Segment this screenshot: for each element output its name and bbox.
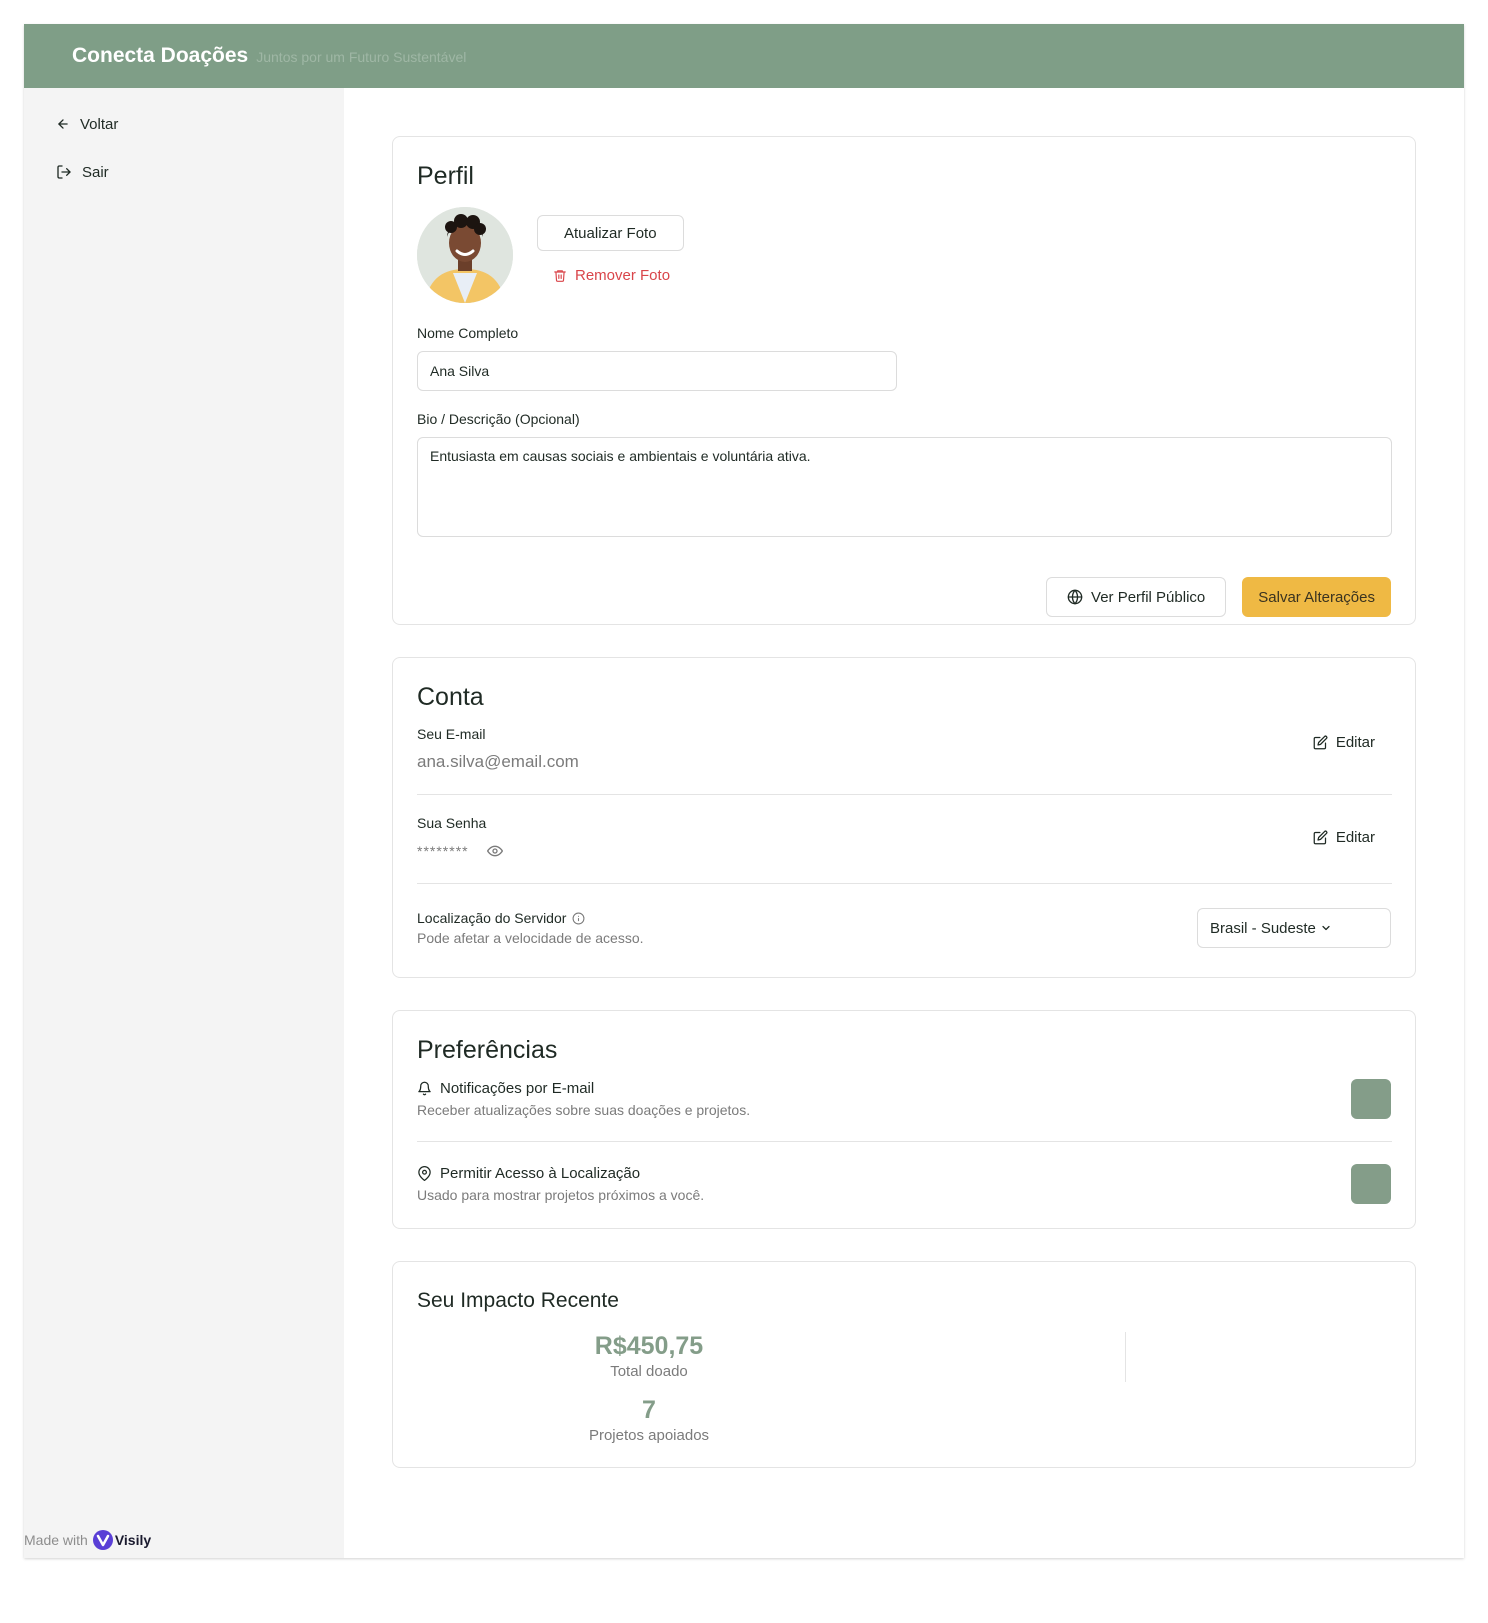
visily-logo: Visily	[92, 1530, 152, 1550]
remove-photo-label: Remover Foto	[575, 267, 671, 284]
password-label: Sua Senha	[417, 815, 487, 831]
edit-email-label: Editar	[1335, 734, 1375, 751]
total-donated-value: R$450,75	[594, 1332, 704, 1360]
sidebar-item-logout[interactable]: Sair	[56, 160, 344, 184]
pref-location-label: Permitir Acesso à Localização	[440, 1165, 641, 1182]
sidebar-item-back[interactable]: Voltar	[56, 112, 344, 136]
email-value: ana.silva@email.com	[417, 752, 579, 771]
password-value: ********	[417, 843, 469, 859]
name-label: Nome Completo	[417, 325, 519, 341]
edit-icon	[1313, 735, 1328, 750]
edit-password-label: Editar	[1335, 829, 1375, 846]
update-photo-button[interactable]: Atualizar Foto	[537, 215, 684, 251]
location-access-toggle[interactable]	[1351, 1164, 1391, 1204]
public-profile-button[interactable]: Ver Perfil Público	[1046, 577, 1227, 617]
account-title: Conta	[417, 683, 484, 711]
sidebar: Voltar Sair	[24, 88, 344, 1558]
logout-icon	[57, 165, 71, 179]
brand-tagline: Juntos por um Futuro Sustentável	[256, 49, 467, 65]
made-with-label: Made with	[24, 1532, 88, 1548]
pref-email-sub: Receber atualizações sobre suas doações …	[417, 1102, 751, 1118]
impact-title: Seu Impacto Recente	[417, 1289, 619, 1312]
made-with-badge[interactable]: Made with Visily	[24, 1530, 151, 1550]
divider	[417, 883, 1392, 884]
info-icon	[572, 912, 585, 924]
server-sub: Pode afetar a velocidade de acesso.	[417, 930, 644, 946]
remove-photo-button[interactable]: Remover Foto	[553, 267, 684, 284]
bio-label: Bio / Descrição (Opcional)	[417, 411, 580, 427]
name-input[interactable]: Ana Silva	[417, 351, 897, 391]
trash-icon	[554, 270, 566, 282]
server-label: Localização do Servidor	[417, 910, 567, 926]
map-pin-icon	[418, 1166, 431, 1181]
server-select[interactable]: Brasil - Sudeste	[1197, 908, 1391, 948]
visily-brand: Visily	[114, 1532, 152, 1548]
public-profile-label: Ver Perfil Público	[1091, 588, 1206, 606]
pref-email-label: Notificações por E-mail	[440, 1080, 595, 1097]
profile-card: Perfil Atualizar Foto Remover Foto Nome …	[392, 136, 1416, 625]
server-select-value: Brasil - Sudeste	[1210, 919, 1316, 937]
arrow-left-icon	[58, 119, 68, 129]
total-donated-label: Total doado	[610, 1363, 688, 1380]
edit-email-button[interactable]: Editar	[1313, 734, 1375, 751]
avatar	[417, 207, 513, 303]
preferences-card: Preferências Notificações por E-mail Rec…	[392, 1010, 1416, 1229]
bio-textarea[interactable]: Entusiasta em causas sociais e ambientai…	[417, 437, 1392, 537]
save-button[interactable]: Salvar Alterações	[1242, 577, 1391, 617]
globe-icon	[1067, 589, 1083, 605]
app-window: Conecta Doações Juntos por um Futuro Sus…	[24, 24, 1464, 1558]
sidebar-item-label: Voltar	[80, 115, 119, 133]
preferences-title: Preferências	[417, 1036, 558, 1064]
main-content: Perfil Atualizar Foto Remover Foto Nome …	[344, 88, 1464, 1558]
pref-location-sub: Usado para mostrar projetos próximos a v…	[417, 1187, 705, 1203]
edit-password-button[interactable]: Editar	[1313, 829, 1375, 846]
divider	[417, 794, 1392, 795]
bio-value: Entusiasta em causas sociais e ambientai…	[430, 448, 811, 464]
brand-title[interactable]: Conecta Doações	[72, 44, 248, 68]
impact-divider	[1125, 1332, 1126, 1382]
projects-supported-value: 7	[642, 1396, 656, 1424]
email-notifications-toggle[interactable]	[1351, 1079, 1391, 1119]
visily-icon	[92, 1530, 113, 1550]
edit-icon	[1313, 830, 1328, 845]
impact-card: Seu Impacto Recente R$450,75 Total doado…	[392, 1261, 1416, 1468]
top-bar: Conecta Doações Juntos por um Futuro Sus…	[24, 24, 1464, 88]
name-value: Ana Silva	[430, 363, 490, 379]
sidebar-item-label: Sair	[82, 163, 109, 181]
projects-supported-label: Projetos apoiados	[588, 1427, 710, 1444]
email-label: Seu E-mail	[417, 726, 486, 742]
profile-title: Perfil	[417, 162, 474, 190]
eye-icon[interactable]	[486, 843, 503, 859]
divider	[417, 1141, 1392, 1142]
chevron-down-icon	[1322, 925, 1330, 931]
account-card: Conta Seu E-mail ana.silva@email.com Edi…	[392, 657, 1416, 978]
bell-icon	[418, 1081, 431, 1096]
